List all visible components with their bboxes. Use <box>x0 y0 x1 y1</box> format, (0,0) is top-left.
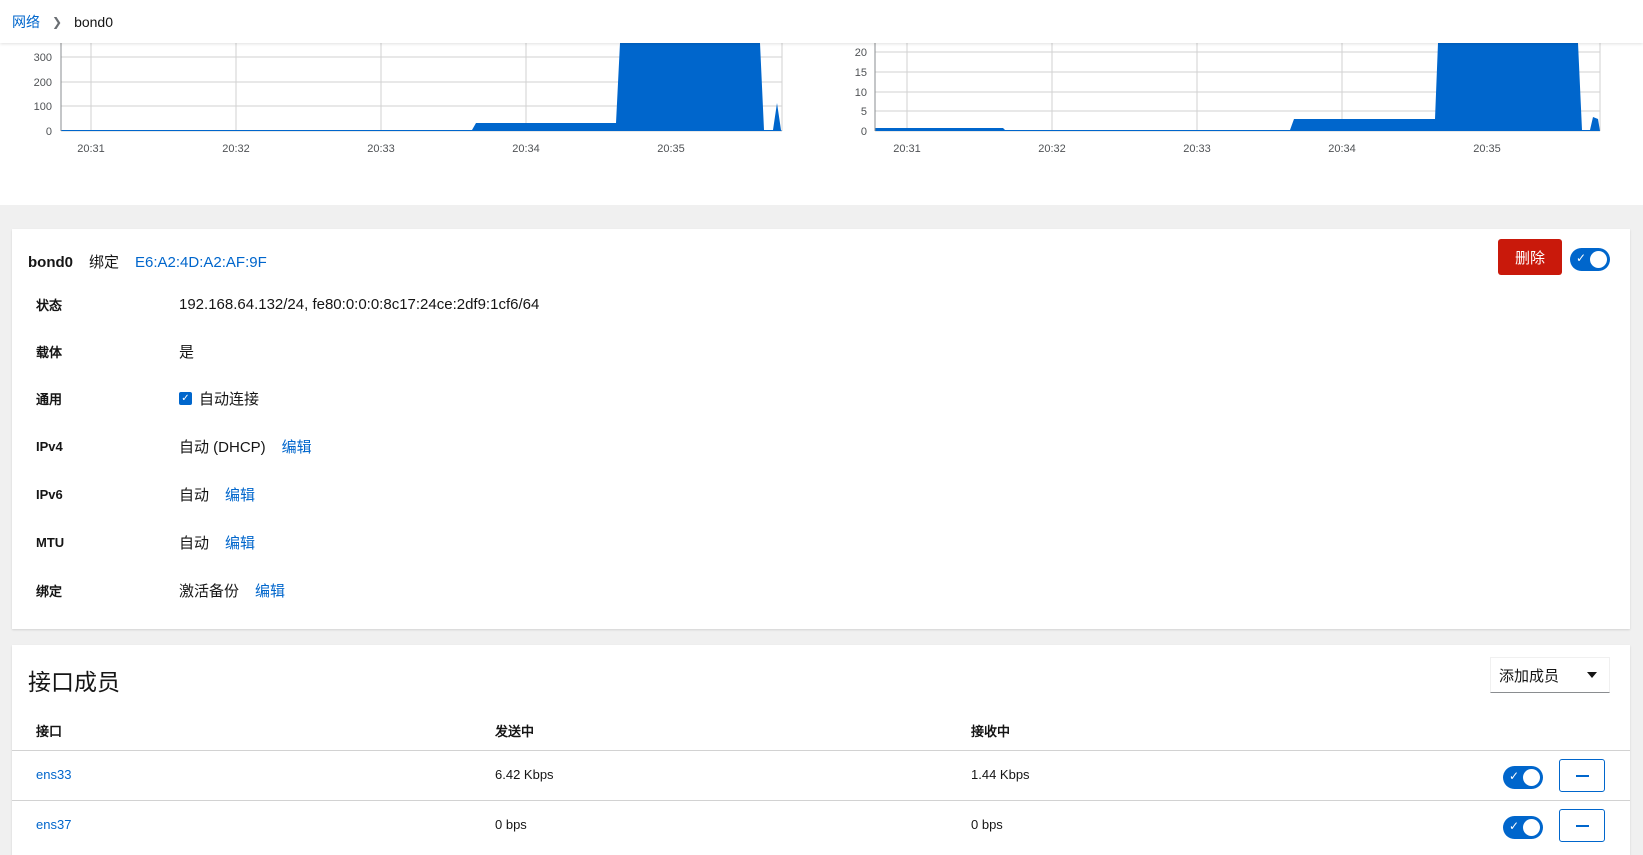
x-tick: 20:31 <box>77 143 105 155</box>
members-title: 接口成员 <box>28 669 120 695</box>
y-tick: 5 <box>861 106 867 118</box>
x-tick: 20:35 <box>1473 143 1501 155</box>
detail-row-mtu: MTU 自动 编辑 <box>36 530 255 554</box>
member-sending: 6.42 Kbps <box>495 767 554 782</box>
traffic-charts-svg: 300 200 100 0 20:31 20:32 20:33 20:34 20… <box>34 43 1601 155</box>
bond-edit-link[interactable]: 编辑 <box>255 580 285 601</box>
breadcrumb: 网络 ❯ bond0 <box>0 0 1643 43</box>
column-header-sending: 发送中 <box>495 724 535 739</box>
detail-value: 是 <box>179 341 194 362</box>
y-tick: 0 <box>861 126 867 138</box>
ipv4-edit-link[interactable]: 编辑 <box>282 436 312 457</box>
detail-row-ipv6: IPv6 自动 编辑 <box>36 482 255 506</box>
ipv6-edit-link[interactable]: 编辑 <box>225 484 255 505</box>
mac-address-link[interactable]: E6:A2:4D:A2:AF:9F <box>135 254 267 271</box>
x-tick: 20:32 <box>222 143 250 155</box>
mtu-edit-link[interactable]: 编辑 <box>225 532 255 553</box>
x-tick: 20:31 <box>893 143 921 155</box>
auto-connect-label: 自动连接 <box>199 390 260 408</box>
add-member-dropdown[interactable]: 添加成员 <box>1490 657 1610 693</box>
remove-member-button[interactable] <box>1559 759 1605 792</box>
detail-row-ipv4: IPv4 自动 (DHCP) 编辑 <box>36 434 312 458</box>
x-tick: 20:34 <box>1328 143 1356 155</box>
detail-label: MTU <box>36 534 65 550</box>
x-tick: 20:35 <box>657 143 685 155</box>
check-icon: ✓ <box>1509 819 1520 833</box>
detail-value: ✓ 自动连接 <box>179 388 259 409</box>
y-tick: 15 <box>855 67 867 79</box>
check-icon: ✓ <box>1576 251 1587 265</box>
toggle-knob <box>1523 769 1540 786</box>
receiving-chart: 20 15 10 5 0 20:31 20:32 20:33 20:34 20:… <box>855 43 1601 155</box>
member-name-link[interactable]: ens37 <box>36 817 71 832</box>
toggle-knob <box>1523 819 1540 836</box>
interface-members-card: 接口成员 添加成员 接口 发送中 接收中 ens33 6.42 Kbps 1.4… <box>12 645 1630 855</box>
member-name-link[interactable]: ens33 <box>36 767 71 782</box>
detail-label: IPv6 <box>36 486 63 502</box>
card-header: bond0 绑定 E6:A2:4D:A2:AF:9F <box>28 251 267 272</box>
detail-label: IPv4 <box>36 438 63 454</box>
x-tick: 20:34 <box>512 143 540 155</box>
y-tick: 200 <box>34 77 52 89</box>
breadcrumb-current: bond0 <box>74 13 113 30</box>
member-receiving: 1.44 Kbps <box>971 767 1030 782</box>
sending-chart: 300 200 100 0 20:31 20:32 20:33 20:34 20… <box>34 43 783 155</box>
carrier-value: 是 <box>179 343 195 361</box>
detail-row-status: 状态 192.168.64.132/24, fe80:0:0:0:8c17:24… <box>36 292 539 316</box>
detail-label: 状态 <box>36 297 63 313</box>
detail-row-bond: 绑定 激活备份 编辑 <box>36 578 285 602</box>
detail-value: 自动 编辑 <box>179 532 255 553</box>
mtu-value: 自动 <box>179 534 210 552</box>
delete-button[interactable]: 删除 <box>1498 239 1562 275</box>
detail-label: 绑定 <box>36 583 63 599</box>
member-toggle[interactable]: ✓ <box>1503 766 1543 789</box>
y-tick: 300 <box>34 52 52 64</box>
auto-connect-checkbox[interactable]: ✓ <box>179 391 192 405</box>
column-header-interface: 接口 <box>36 724 63 739</box>
breadcrumb-network-link[interactable]: 网络 <box>12 12 40 32</box>
detail-value: 自动 编辑 <box>179 484 255 505</box>
ipv6-value: 自动 <box>179 486 210 504</box>
check-icon: ✓ <box>1509 769 1520 783</box>
device-name: bond0 <box>28 254 73 271</box>
x-tick: 20:33 <box>1183 143 1211 155</box>
y-tick: 20 <box>855 47 867 59</box>
detail-row-general: 通用 ✓ 自动连接 <box>36 386 259 410</box>
minus-icon <box>1576 825 1589 827</box>
detail-label: 通用 <box>36 391 63 407</box>
status-value: 192.168.64.132/24, fe80:0:0:0:8c17:24ce:… <box>179 295 540 313</box>
y-tick: 10 <box>855 87 867 99</box>
detail-row-carrier: 载体 是 <box>36 339 194 363</box>
chevron-right-icon: ❯ <box>52 14 63 29</box>
ipv4-value: 自动 (DHCP) <box>179 438 266 456</box>
caret-down-icon <box>1587 672 1597 678</box>
x-tick: 20:32 <box>1038 143 1066 155</box>
interface-details-card: bond0 绑定 E6:A2:4D:A2:AF:9F 删除 ✓ 状态 192.1… <box>12 229 1630 629</box>
detail-value: 激活备份 编辑 <box>179 580 285 601</box>
x-tick: 20:33 <box>367 143 395 155</box>
detail-value: 自动 (DHCP) 编辑 <box>179 436 312 457</box>
detail-label: 载体 <box>36 344 63 360</box>
y-tick: 0 <box>46 126 52 138</box>
sending-area <box>61 43 782 131</box>
device-kind: 绑定 <box>89 254 120 271</box>
member-sending: 0 bps <box>495 817 527 832</box>
bond-mode-value: 激活备份 <box>179 582 240 600</box>
member-receiving: 0 bps <box>971 817 1003 832</box>
receiving-area <box>875 43 1600 131</box>
traffic-charts: 300 200 100 0 20:31 20:32 20:33 20:34 20… <box>0 43 1643 205</box>
table-divider <box>12 800 1630 801</box>
minus-icon <box>1576 775 1589 777</box>
toggle-knob <box>1590 251 1607 268</box>
member-toggle[interactable]: ✓ <box>1503 816 1543 839</box>
detail-value: 192.168.64.132/24, fe80:0:0:0:8c17:24ce:… <box>179 296 539 313</box>
add-member-label: 添加成员 <box>1499 667 1560 685</box>
column-header-receiving: 接收中 <box>971 724 1011 739</box>
table-divider <box>12 750 1630 751</box>
interface-toggle[interactable]: ✓ <box>1570 248 1610 271</box>
remove-member-button[interactable] <box>1559 809 1605 842</box>
y-tick: 100 <box>34 101 52 113</box>
